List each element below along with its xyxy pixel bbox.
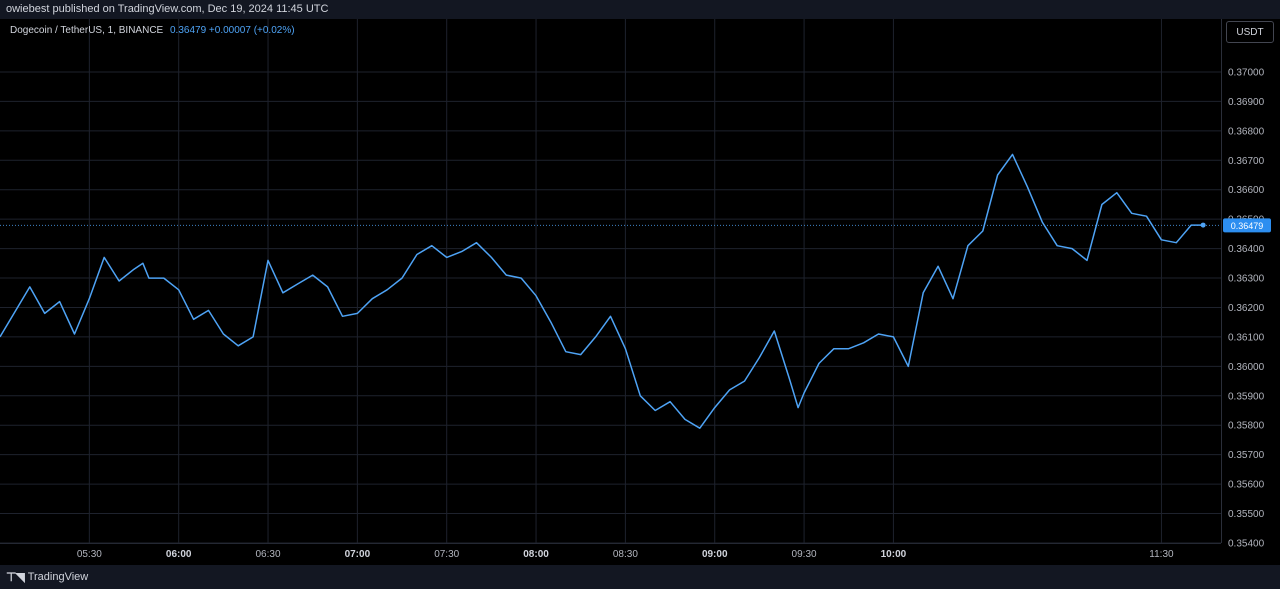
price-tick-label: 0.36900 [1228, 97, 1265, 108]
symbol-label: Dogecoin / TetherUS, 1, BINANCE [10, 25, 164, 36]
last-price-badge-label: 0.36479 [1231, 221, 1264, 231]
price-tick-label: 0.36200 [1228, 303, 1265, 314]
price-tick-label: 0.36100 [1228, 332, 1265, 343]
time-tick-label: 06:30 [256, 549, 281, 560]
time-tick-label: 11:30 [1149, 549, 1174, 560]
price-tick-label: 0.35900 [1228, 391, 1265, 402]
currency-button[interactable]: USDT [1226, 21, 1274, 43]
price-tick-label: 0.35400 [1228, 539, 1265, 550]
time-tick-label: 09:00 [702, 549, 728, 560]
price-tick-label: 0.35800 [1228, 421, 1265, 432]
price-tick-label: 0.35500 [1228, 509, 1265, 520]
brand-label: TradingView [27, 571, 89, 583]
price-tick-label: 0.35600 [1228, 480, 1265, 491]
price-tick-label: 0.36400 [1228, 244, 1265, 255]
price-tick-label: 0.36700 [1228, 156, 1265, 167]
time-tick-label: 10:00 [881, 549, 907, 560]
time-tick-label: 07:00 [345, 549, 371, 560]
price-tick-label: 0.36600 [1228, 185, 1265, 196]
time-tick-label: 05:30 [77, 549, 102, 560]
last-price-badge: 0.36479 [1223, 218, 1271, 233]
price-line [0, 153, 1204, 429]
tradingview-logo-icon: ⊤◥ [6, 570, 25, 584]
time-tick-label: 09:30 [792, 549, 817, 560]
last-point-marker [1200, 222, 1206, 228]
price-tick-label: 0.35700 [1228, 450, 1265, 461]
footer-bar: ⊤◥ TradingView [0, 565, 1280, 589]
price-tick-label: 0.36300 [1228, 274, 1265, 285]
time-tick-label: 07:30 [434, 549, 459, 560]
time-tick-label: 08:00 [523, 549, 549, 560]
price-series [0, 153, 1206, 429]
price-axis-ticks: 0.370000.369000.368000.367000.366000.365… [1228, 67, 1265, 549]
price-tick-label: 0.36000 [1228, 362, 1265, 373]
time-tick-label: 06:00 [166, 549, 192, 560]
tradingview-brand[interactable]: ⊤◥ TradingView [6, 570, 88, 584]
grid-lines [0, 19, 1221, 544]
price-tick-label: 0.36800 [1228, 126, 1265, 137]
chart-svg: 0.370000.369000.368000.367000.366000.365… [0, 19, 1271, 560]
time-axis-ticks: 05:30 06:00 06:30 07:00 07:30 08:00 08:30 09:00… [77, 549, 1174, 560]
quote-values: 0.36479 +0.00007 (+0.02%) [170, 25, 295, 36]
time-tick-label: 08:30 [613, 549, 638, 560]
chart-legend: Dogecoin / TetherUS, 1, BINANCE 0.36479 … [10, 25, 295, 36]
price-tick-label: 0.37000 [1228, 67, 1265, 78]
